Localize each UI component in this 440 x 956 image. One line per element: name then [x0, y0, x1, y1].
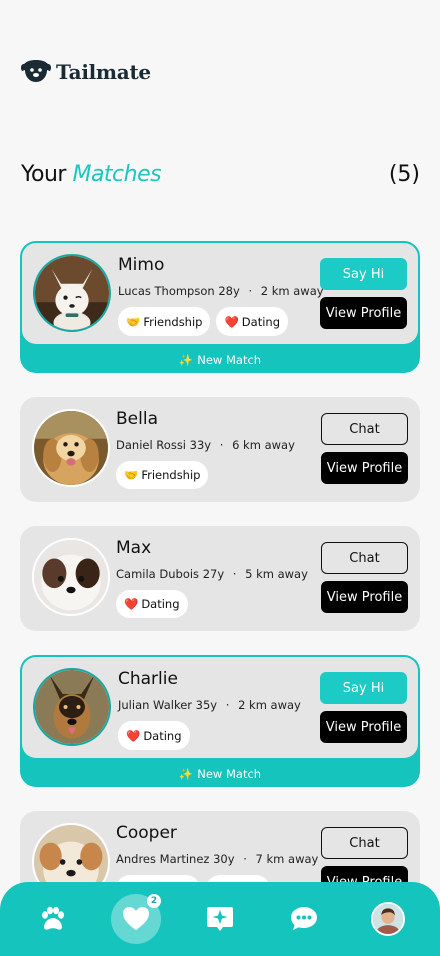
nav-paw[interactable] [27, 894, 77, 944]
tag-label: Dating [141, 597, 180, 611]
nav-profile[interactable] [363, 894, 413, 944]
tag-friendship: 🤝 Friendship [118, 307, 211, 336]
german-shepherd-photo [35, 670, 109, 744]
title-plain: Your [21, 162, 66, 187]
new-match-banner: ✨ New Match [20, 760, 420, 787]
distance: 5 km away [245, 567, 308, 581]
tag-label: Friendship [141, 468, 201, 482]
pet-name: Max [116, 538, 152, 558]
separator: · [232, 567, 237, 581]
tag-dating: ❤️ Dating [118, 721, 190, 750]
match-card-max[interactable]: Max Camila Dubois 27y · 5 km away ❤️ Dat… [20, 526, 420, 631]
owner-info: Camila Dubois 27y [116, 567, 225, 581]
separator: · [243, 852, 247, 866]
heart-emoji-icon: ❤️ [126, 728, 141, 743]
separator: · [248, 284, 253, 298]
handshake-icon: 🤝 [124, 468, 139, 482]
owner-info: Andres Martinez 30y [116, 852, 235, 866]
nav-chat[interactable] [279, 894, 329, 944]
match-card-bella[interactable]: Bella Daniel Rossi 33y · 6 km away 🤝 Fri… [20, 397, 420, 502]
heart-emoji-icon: ❤️ [124, 597, 139, 611]
heart-icon [123, 907, 149, 930]
chat-bubble-icon [291, 907, 317, 930]
new-match-label: New Match [197, 766, 262, 781]
owner-meta: Andres Martinez 30y · 7 km away [116, 852, 318, 866]
view-profile-button[interactable]: View Profile [321, 581, 408, 613]
match-card-body: Mimo Lucas Thompson 28y · 2 km away 🤝 Fr… [22, 243, 418, 344]
distance: 6 km away [232, 438, 295, 452]
view-profile-button[interactable]: View Profile [320, 711, 407, 743]
new-match-banner: ✨ New Match [20, 346, 420, 373]
view-profile-button[interactable]: View Profile [321, 452, 408, 484]
puppy-photo [34, 540, 108, 614]
distance: 2 km away [260, 284, 324, 298]
owner-meta: Daniel Rossi 33y · 6 km away [116, 438, 295, 452]
tag-list: 🤝 Friendship ❤️ Dating [118, 307, 288, 336]
app-name: Tailmate [56, 60, 151, 84]
tag-list: ❤️ Dating [118, 721, 190, 750]
handshake-icon: 🤝 [126, 314, 141, 329]
match-card-charlie[interactable]: Charlie Julian Walker 35y · 2 km away ❤️… [20, 655, 420, 787]
tag-label: Friendship [143, 314, 203, 329]
page-title: Your Matches [21, 162, 162, 187]
sparkles-icon: ✨ [178, 352, 194, 367]
chat-button[interactable]: Chat [321, 413, 408, 445]
dog-logo-icon [20, 60, 52, 82]
pet-name: Charlie [118, 669, 178, 689]
nav-discover[interactable] [195, 894, 245, 944]
new-match-label: New Match [197, 352, 262, 367]
paw-icon [42, 906, 64, 930]
say-hi-button[interactable]: Say Hi [320, 258, 407, 290]
sparkle-chat-icon [207, 907, 233, 931]
pet-name: Bella [116, 409, 158, 429]
distance: 2 km away [238, 698, 301, 712]
matches-header: Your Matches (5) [21, 162, 420, 187]
pet-name: Mimo [118, 255, 165, 275]
owner-info: Julian Walker 35y [118, 698, 218, 712]
tag-list: 🤝 Friendship [116, 461, 209, 489]
bottom-nav: 2 [0, 882, 440, 956]
tag-friendship: 🤝 Friendship [116, 461, 209, 489]
tag-dating: ❤️ Dating [116, 590, 188, 618]
owner-meta: Lucas Thompson 28y · 2 km away [118, 284, 324, 298]
heart-emoji-icon: ❤️ [224, 314, 239, 329]
pet-avatar[interactable] [33, 668, 111, 746]
tag-label: Dating [143, 728, 182, 743]
pet-name: Cooper [116, 823, 177, 843]
view-profile-button[interactable]: View Profile [320, 297, 407, 329]
chat-button[interactable]: Chat [321, 542, 408, 574]
pet-avatar[interactable] [32, 409, 110, 487]
chihuahua-photo [35, 256, 109, 330]
owner-meta: Camila Dubois 27y · 5 km away [116, 567, 308, 581]
separator: · [219, 438, 224, 452]
owner-meta: Julian Walker 35y · 2 km away [118, 698, 301, 712]
brand: Tailmate [20, 58, 151, 86]
tag-list: ❤️ Dating [116, 590, 188, 618]
profile-avatar [371, 902, 405, 936]
golden-retriever-photo [34, 411, 108, 485]
sparkles-icon: ✨ [178, 766, 194, 781]
matches-badge: 2 [147, 894, 161, 908]
say-hi-button[interactable]: Say Hi [320, 672, 407, 704]
pet-avatar[interactable] [33, 254, 111, 332]
tag-label: Dating [241, 314, 280, 329]
owner-info: Lucas Thompson 28y [118, 284, 240, 298]
app-root: Tailmate Your Matches (5) Mimo Lucas Tho… [0, 0, 440, 956]
chat-button[interactable]: Chat [321, 827, 408, 859]
tag-dating: ❤️ Dating [216, 307, 288, 336]
separator: · [225, 698, 230, 712]
nav-matches[interactable]: 2 [111, 894, 161, 944]
match-card-mimo[interactable]: Mimo Lucas Thompson 28y · 2 km away 🤝 Fr… [20, 241, 420, 373]
owner-info: Daniel Rossi 33y [116, 438, 212, 452]
title-accent: Matches [72, 162, 162, 187]
match-card-body: Charlie Julian Walker 35y · 2 km away ❤️… [22, 657, 418, 758]
distance: 7 km away [255, 852, 319, 866]
pet-avatar[interactable] [32, 538, 110, 616]
matches-count: (5) [388, 162, 420, 187]
